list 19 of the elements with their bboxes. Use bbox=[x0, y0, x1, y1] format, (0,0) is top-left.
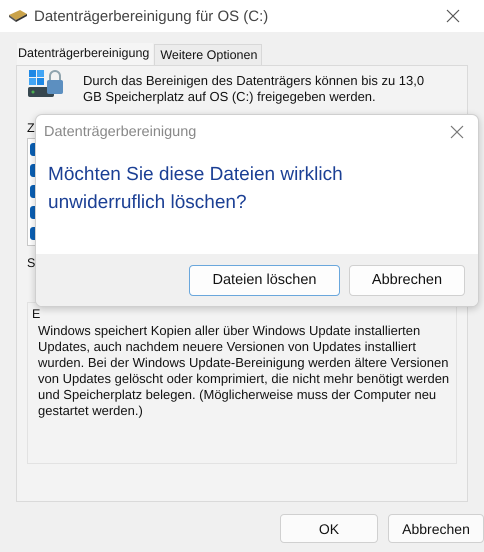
description-label: E bbox=[32, 307, 40, 321]
close-button[interactable] bbox=[450, 125, 464, 139]
tab[interactable]: Weitere Optionen bbox=[154, 44, 262, 65]
dialog-button[interactable]: OK bbox=[280, 514, 378, 543]
dialog-button[interactable]: Dateien löschen bbox=[189, 264, 340, 296]
close-button[interactable] bbox=[446, 9, 460, 23]
dialog-button[interactable]: Abbrechen bbox=[388, 514, 484, 543]
drive-icon bbox=[8, 9, 28, 23]
description-text: Windows speichert Kopien aller über Windows Update installierten Updates, auch nachdem neuere Versionen von Updates installiert wurden. Bei der Windows Update-Bereinigung werden ältere Versionen von Updates gelöscht oder komprimiert, die nicht mehr benötigt werden und Speicherplatz belegen. (Möglicherweise muss der Computer neu gestartet werden.) bbox=[38, 323, 450, 419]
dialog-message: Möchten Sie diese Dateien wirklich unwiderruflich löschen? bbox=[48, 163, 344, 215]
dialog-button[interactable]: Abbrechen bbox=[349, 264, 465, 296]
window-title: Datenträgerbereinigung für OS (C:) bbox=[34, 8, 268, 24]
close-icon bbox=[450, 125, 464, 139]
tab[interactable]: Datenträgerbereinigung bbox=[16, 42, 154, 65]
summary-text: Durch das Bereinigen des Datenträgers können bis zu 13,0 GB Speicherplatz auf OS (C:) freigegeben werden. bbox=[83, 73, 426, 105]
close-icon bbox=[446, 9, 460, 23]
space-label: S bbox=[27, 256, 36, 270]
files-label: Z bbox=[27, 121, 35, 135]
dialog-title: Datenträgerbereinigung bbox=[44, 124, 196, 140]
